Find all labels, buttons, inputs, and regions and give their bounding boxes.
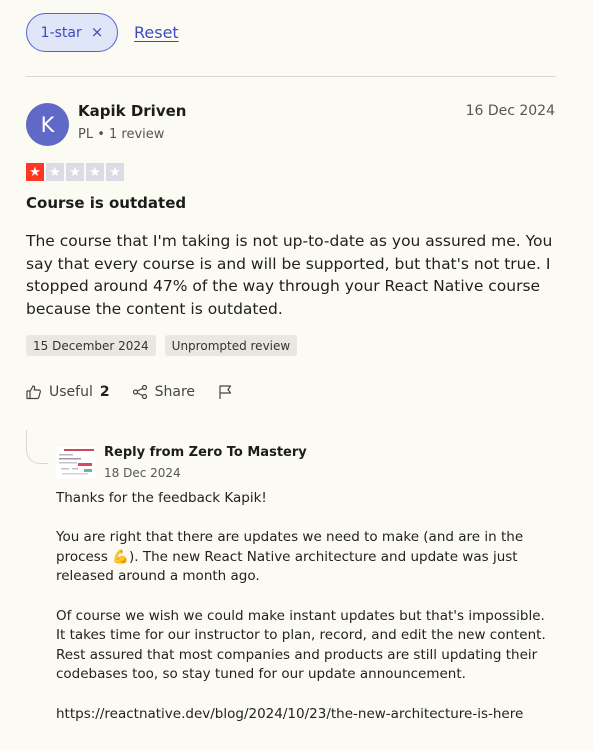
reply-date: 18 Dec 2024 (104, 466, 181, 480)
star-icon: ★ (66, 163, 84, 181)
review-body: The course that I'm taking is not up-to-… (26, 232, 553, 318)
reviewer-name[interactable]: Kapik Driven (78, 102, 186, 120)
star-rating: ★ ★ ★ ★ ★ (26, 163, 124, 181)
share-button[interactable]: Share (132, 384, 195, 400)
reset-link[interactable]: Reset (134, 23, 179, 42)
star-icon: ★ (26, 163, 44, 181)
experience-date-tag: 15 December 2024 (26, 335, 156, 356)
reply-paragraph: Of course we wish we could make instant … (56, 607, 546, 683)
close-icon[interactable]: × (91, 25, 104, 40)
thumbs-up-icon (26, 384, 42, 400)
reply-author: Reply from Zero To Mastery (104, 445, 307, 460)
useful-count: 2 (99, 384, 110, 400)
review-actions: Useful 2 Share (26, 384, 233, 400)
divider (26, 76, 556, 77)
reply-connector (26, 430, 48, 464)
flag-icon (217, 384, 233, 400)
star-icon: ★ (106, 163, 124, 181)
share-icon (132, 384, 148, 400)
company-logo (56, 447, 96, 479)
share-label: Share (154, 384, 196, 400)
review-title: Course is outdated (26, 194, 187, 212)
avatar[interactable]: K (26, 103, 69, 146)
reply-paragraph: Thanks for the feedback Kapik! (56, 490, 267, 506)
reply-body: Thanks for the feedback Kapik! You are r… (56, 489, 556, 724)
rating-filter-chip[interactable]: 1-star × (26, 13, 118, 52)
review-type-tag: Unprompted review (164, 335, 298, 356)
reply-link[interactable]: https://reactnative.dev/blog/2024/10/23/… (56, 705, 556, 725)
reply-paragraph: You are right that there are updates we … (56, 529, 524, 585)
filter-chip-label: 1-star (40, 24, 82, 41)
useful-label: Useful (49, 384, 93, 400)
review-date: 16 Dec 2024 (465, 103, 555, 119)
filter-row: 1-star × Reset (26, 13, 179, 52)
review-tags: 15 December 2024 Unprompted review (26, 335, 298, 356)
report-button[interactable] (217, 384, 233, 400)
star-icon: ★ (86, 163, 104, 181)
star-icon: ★ (46, 163, 64, 181)
useful-button[interactable]: Useful 2 (26, 384, 110, 400)
reviewer-meta: PL • 1 review (78, 127, 165, 142)
